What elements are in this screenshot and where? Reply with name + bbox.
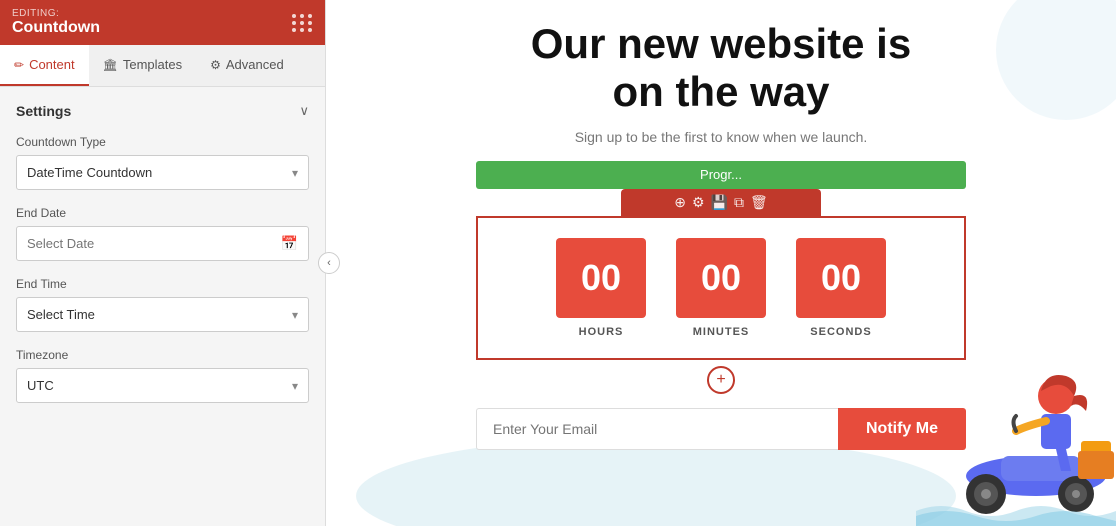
- end-time-field: End Time Select Time 12:00 AM 6:00 AM 12…: [16, 277, 309, 332]
- settings-title: Settings: [16, 103, 71, 119]
- panel-collapse-handle[interactable]: ‹: [318, 252, 340, 274]
- widget-toolbar: ⊕ ⚙ 💾 ⧉ 🗑: [621, 189, 821, 216]
- right-panel-inner: Our new website is on the way Sign up to…: [326, 0, 1116, 526]
- content-area: Our new website is on the way Sign up to…: [326, 0, 1116, 460]
- hero-section: Our new website is on the way Sign up to…: [456, 0, 986, 460]
- advanced-tab-icon: ⚙: [210, 58, 221, 72]
- copy-icon[interactable]: ⧉: [734, 194, 744, 211]
- hero-title-line1: Our new website is: [531, 20, 911, 67]
- tab-templates[interactable]: 🏛 Templates: [89, 45, 196, 86]
- tab-advanced-label: Advanced: [226, 57, 284, 72]
- countdown-widget: 00 HOURS 00 MINUTES 00 SECONDS: [476, 216, 966, 360]
- tab-content-label: Content: [29, 57, 75, 72]
- delete-icon[interactable]: 🗑: [750, 194, 768, 211]
- tab-content[interactable]: ✏ Content: [0, 45, 89, 86]
- countdown-seconds: 00 SECONDS: [796, 238, 886, 338]
- countdown-hours: 00 HOURS: [556, 238, 646, 338]
- save-icon[interactable]: 💾: [711, 194, 728, 211]
- end-date-input-wrapper: 📅: [16, 226, 309, 261]
- timezone-select[interactable]: UTC EST PST CST GMT: [17, 369, 308, 402]
- hero-title-line2: on the way: [612, 68, 829, 115]
- end-time-select[interactable]: Select Time 12:00 AM 6:00 AM 12:00 PM 6:…: [17, 298, 308, 331]
- timezone-select-wrapper: UTC EST PST CST GMT ▾: [16, 368, 309, 403]
- seconds-value: 00: [796, 238, 886, 318]
- seconds-label: SECONDS: [810, 326, 871, 338]
- hours-value: 00: [556, 238, 646, 318]
- tab-advanced[interactable]: ⚙ Advanced: [196, 45, 298, 86]
- settings-section-header: Settings ∨: [16, 103, 309, 119]
- editing-header: EDITING: Countdown: [0, 0, 325, 45]
- minutes-value: 00: [676, 238, 766, 318]
- dots-menu-icon[interactable]: [292, 14, 313, 32]
- content-tab-icon: ✏: [14, 58, 24, 72]
- countdown-type-select-wrapper: DateTime Countdown Evergreen Countdown ▾: [16, 155, 309, 190]
- editing-label: EDITING:: [12, 8, 100, 19]
- end-date-field: End Date 📅: [16, 206, 309, 261]
- notify-button[interactable]: Notify Me: [838, 408, 966, 450]
- progress-label: Progr...: [700, 167, 742, 182]
- calendar-icon[interactable]: 📅: [271, 235, 308, 252]
- move-icon[interactable]: ⊕: [674, 194, 686, 211]
- settings-icon[interactable]: ⚙: [692, 194, 705, 211]
- tab-bar: ✏ Content 🏛 Templates ⚙ Advanced: [0, 45, 325, 87]
- email-input[interactable]: [476, 408, 838, 450]
- widget-name: Countdown: [12, 19, 100, 37]
- editing-info: EDITING: Countdown: [12, 8, 100, 37]
- add-widget-button[interactable]: +: [707, 366, 735, 394]
- templates-tab-icon: 🏛: [103, 58, 118, 72]
- hours-label: HOURS: [579, 326, 624, 338]
- countdown-minutes: 00 MINUTES: [676, 238, 766, 338]
- settings-collapse-icon[interactable]: ∨: [299, 103, 309, 119]
- panel-body: Settings ∨ Countdown Type DateTime Count…: [0, 87, 325, 526]
- minutes-label: MINUTES: [693, 326, 750, 338]
- countdown-type-select[interactable]: DateTime Countdown Evergreen Countdown: [17, 156, 308, 189]
- tab-templates-label: Templates: [123, 57, 182, 72]
- right-panel: Our new website is on the way Sign up to…: [326, 0, 1116, 526]
- end-date-input[interactable]: [17, 227, 271, 260]
- end-date-label: End Date: [16, 206, 309, 220]
- countdown-type-field: Countdown Type DateTime Countdown Evergr…: [16, 135, 309, 190]
- timezone-label: Timezone: [16, 348, 309, 362]
- timezone-field: Timezone UTC EST PST CST GMT ▾: [16, 348, 309, 403]
- hero-title: Our new website is on the way: [531, 20, 911, 117]
- countdown-type-label: Countdown Type: [16, 135, 309, 149]
- end-time-select-wrapper: Select Time 12:00 AM 6:00 AM 12:00 PM 6:…: [16, 297, 309, 332]
- email-row: Notify Me: [476, 408, 966, 450]
- hero-subtitle: Sign up to be the first to know when we …: [575, 129, 868, 145]
- left-panel: EDITING: Countdown ✏ Content 🏛 Templates…: [0, 0, 326, 526]
- end-time-label: End Time: [16, 277, 309, 291]
- progress-bar: Progr...: [476, 161, 966, 189]
